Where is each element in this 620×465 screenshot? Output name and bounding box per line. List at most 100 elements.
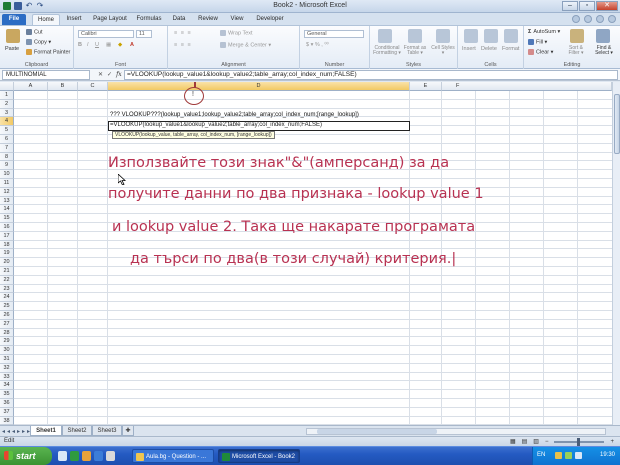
merge-center-button[interactable]: Merge & Center ▾ (220, 42, 271, 48)
column-header-f[interactable]: F (442, 82, 612, 91)
row-header[interactable]: 15 (0, 214, 14, 223)
row-header[interactable]: 6 (0, 135, 14, 144)
taskbar-item-browser[interactable]: Aula.bg - Question - ... (132, 449, 214, 463)
row-header[interactable]: 11 (0, 179, 14, 188)
tray-icon-2[interactable] (565, 452, 572, 459)
vertical-align-icons[interactable]: ≡ ≡ ≡ (174, 30, 192, 36)
row-header[interactable]: 36 (0, 399, 14, 408)
row-header[interactable]: 35 (0, 390, 14, 399)
row-header[interactable]: 8 (0, 152, 14, 162)
column-header-a[interactable]: A (14, 82, 48, 91)
row-header[interactable]: 9 (0, 161, 14, 171)
row-header[interactable]: 31 (0, 355, 14, 364)
row-header[interactable]: 26 (0, 311, 14, 320)
enter-formula-icon[interactable]: ✓ (107, 70, 112, 80)
minimize-ribbon-icon[interactable] (584, 15, 592, 23)
minimize-button[interactable]: – (562, 1, 578, 11)
cell-styles-button[interactable]: Cell Styles ▾ (430, 46, 456, 56)
normal-view-icon[interactable]: ▦ (510, 438, 516, 445)
row-header[interactable]: 23 (0, 284, 14, 294)
borders-icon[interactable]: ▦ (106, 42, 111, 48)
taskbar-item-excel[interactable]: Microsoft Excel - Book2 (218, 449, 300, 463)
horizontal-align-icons[interactable]: ≡ ≡ ≡ (174, 42, 192, 48)
row-header[interactable]: 33 (0, 372, 14, 382)
quicklaunch-excel-icon[interactable] (70, 451, 79, 461)
column-header-e[interactable]: E (410, 82, 442, 91)
zoom-slider[interactable] (554, 437, 605, 446)
vertical-scrollbar[interactable] (612, 82, 620, 425)
currency-format-icon[interactable]: $ ▾ % , ⁰⁰ (306, 42, 329, 48)
row-header[interactable]: 14 (0, 205, 14, 215)
row-header[interactable]: 2 (0, 99, 14, 109)
horizontal-scrollbar[interactable] (306, 428, 606, 435)
format-painter-button[interactable]: Format Painter (26, 49, 70, 55)
cell-d3[interactable]: ??? VLOOKUP???(lookup_value1;lookup_valu… (110, 112, 359, 118)
quicklaunch-firefox-icon[interactable] (82, 451, 91, 461)
cell-d4-editing[interactable]: =VLOOKUP(lookup_value1&lookup_value2;tab… (108, 121, 410, 131)
insert-button[interactable]: Insert (462, 46, 476, 52)
quicklaunch-ie-icon[interactable] (94, 451, 103, 461)
row-header[interactable]: 22 (0, 275, 14, 285)
row-header[interactable]: 25 (0, 302, 14, 311)
row-header[interactable]: 34 (0, 381, 14, 391)
row-header[interactable]: 16 (0, 223, 14, 232)
row-header[interactable]: 28 (0, 328, 14, 338)
delete-button[interactable]: Delete (481, 46, 497, 52)
font-color-icon[interactable]: A (130, 42, 134, 48)
row-header[interactable]: 13 (0, 196, 14, 206)
find-select-button[interactable]: Find & Select ▾ (590, 46, 618, 56)
format-as-table-button[interactable]: Format as Table ▾ (402, 46, 428, 56)
start-button[interactable]: start (0, 447, 52, 465)
maximize-button[interactable]: ▫ (579, 1, 595, 11)
tab-file[interactable]: File (2, 14, 26, 25)
autosum-button[interactable]: Σ AutoSum ▾ (528, 29, 560, 35)
tab-formulas[interactable]: Formulas (134, 14, 164, 25)
page-layout-view-icon[interactable]: ▤ (522, 438, 528, 445)
row-header[interactable]: 29 (0, 337, 14, 347)
row-header[interactable]: 3 (0, 108, 14, 118)
tab-home[interactable]: Home (32, 14, 60, 25)
row-header[interactable]: 27 (0, 319, 14, 329)
tab-developer[interactable]: Developer (252, 14, 288, 25)
workbook-restore-icon[interactable] (596, 15, 604, 23)
insert-function-icon[interactable]: fx (116, 70, 122, 80)
clear-button[interactable]: Clear ▾ (528, 49, 553, 55)
row-header[interactable]: 4 (0, 117, 14, 127)
fill-button[interactable]: Fill ▾ (528, 39, 547, 45)
row-header[interactable]: 19 (0, 249, 14, 259)
wrap-text-button[interactable]: Wrap Text (220, 30, 253, 36)
help-icon[interactable] (572, 15, 580, 23)
row-header[interactable]: 24 (0, 293, 14, 303)
formula-input[interactable]: =VLOOKUP(lookup_value1&lookup_value2;tab… (124, 70, 618, 80)
cancel-formula-icon[interactable]: ✕ (98, 70, 103, 80)
tab-page-layout[interactable]: Page Layout (90, 14, 130, 25)
row-header[interactable]: 30 (0, 346, 14, 355)
zoom-in-icon[interactable]: + (610, 439, 614, 445)
row-header[interactable]: 7 (0, 143, 14, 153)
row-header[interactable]: 18 (0, 240, 14, 250)
insert-sheet-icon[interactable]: ✚ (122, 426, 134, 436)
workbook-close-icon[interactable] (608, 15, 616, 23)
row-header[interactable]: 20 (0, 258, 14, 267)
row-header[interactable]: 12 (0, 187, 14, 197)
copy-button[interactable]: Copy ▾ (26, 39, 51, 45)
number-format-dropdown[interactable]: General (304, 30, 364, 38)
cut-button[interactable]: Cut (26, 29, 43, 35)
zoom-out-icon[interactable]: − (545, 439, 549, 445)
sheet-tab-1[interactable]: Sheet1 (30, 426, 62, 436)
format-button[interactable]: Format (502, 46, 519, 52)
tray-icon-1[interactable] (555, 452, 562, 459)
select-all-corner[interactable] (0, 82, 14, 91)
row-header[interactable]: 21 (0, 267, 14, 276)
show-desktop-icon[interactable] (58, 451, 67, 461)
row-header[interactable]: 32 (0, 363, 14, 373)
row-header[interactable]: 10 (0, 170, 14, 179)
bold-button[interactable]: B (78, 42, 82, 48)
tab-view[interactable]: View (226, 14, 248, 25)
conditional-formatting-button[interactable]: Conditional Formatting ▾ (372, 46, 402, 56)
page-break-view-icon[interactable]: ▥ (533, 438, 539, 445)
sheet-nav-buttons[interactable]: ◂◂◂▸▸▸ (2, 428, 32, 435)
underline-button[interactable]: U (95, 42, 99, 48)
close-button[interactable]: ✕ (596, 1, 618, 11)
tab-review[interactable]: Review (194, 14, 222, 25)
